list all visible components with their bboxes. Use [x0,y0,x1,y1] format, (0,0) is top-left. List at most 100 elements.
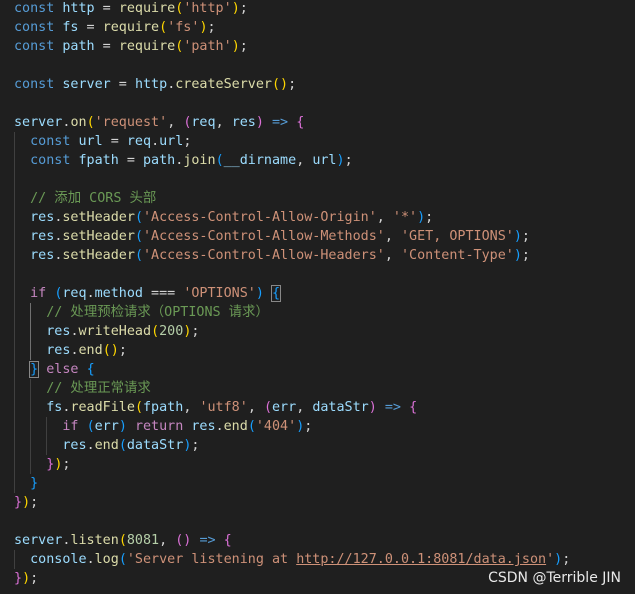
code-token: log [94,552,119,567]
code-token: 200 [159,324,184,339]
code-line: res.setHeader('Access-Control-Allow-Head… [14,246,530,265]
code-token: { [409,400,418,415]
code-token: return [134,419,184,434]
code-token: 'Content-Type' [400,248,514,263]
code-token: = [94,39,119,54]
code-line: }); [14,455,70,474]
code-token: . [86,286,95,301]
code-token: const [14,39,55,54]
code-token: ) [368,400,377,415]
code-token: const [14,20,55,35]
code-token: ( [134,229,143,244]
code-token: , [296,153,313,168]
code-token: { [86,362,95,377]
code-token: fpath [143,400,184,415]
code-line: server.listen(8081, () => { [14,531,232,550]
code-token: ; [344,153,353,168]
code-token: ( [134,248,143,263]
code-token: { [223,533,232,548]
code-token: , [376,210,393,225]
code-token: dataStr [126,438,184,453]
code-token: // 处理正常请求 [46,381,151,396]
code-token: res [191,419,216,434]
code-token: ( [118,438,127,453]
code-line: res.end(dataStr); [14,436,199,455]
code-token: === [143,286,184,301]
code-token: // 处理预检请求（OPTIONS 请求） [46,305,269,320]
code-token: http [62,1,95,16]
csdn-watermark: CSDN @Terrible JIN [488,570,621,586]
code-token: url [159,134,184,149]
code-token: const [14,77,55,92]
code-token: 'http' [183,1,232,16]
code-line: const http = require('http'); [14,0,248,18]
code-token: res [30,248,55,263]
code-token: writeHead [78,324,152,339]
code-token: . [70,324,79,339]
code-token: () [272,77,289,92]
code-token: ; [207,20,216,35]
code-token: '404' [255,419,297,434]
code-token: const [14,1,55,16]
indent-guide [30,303,31,360]
code-token: ( [86,115,95,130]
code-token: => [199,533,216,548]
code-token: ( [215,153,224,168]
code-token: ; [30,571,39,586]
code-token: . [151,134,160,149]
code-token: ( [118,533,127,548]
code-line: server.on('request', (req, res) => { [14,113,304,132]
code-token: fpath [78,153,119,168]
code-token: http [134,77,168,92]
code-token: ( [151,324,160,339]
code-token: res [46,343,71,358]
code-token: req [62,286,87,301]
code-token: ) [22,571,31,586]
code-token: server [14,115,63,130]
indent-guide [14,132,15,493]
code-token: url [312,153,337,168]
code-token: ; [288,77,297,92]
code-token: ( [86,419,95,434]
code-token: ; [425,210,434,225]
code-token: ; [118,343,127,358]
code-token: } [30,476,39,491]
code-token: ( [118,552,127,567]
code-token: end [223,419,248,434]
code-token: 'OPTIONS' [183,286,256,301]
code-token: ( [263,400,272,415]
code-token: if [62,419,79,434]
code-token: ' [546,552,555,567]
code-line: } [14,474,38,493]
code-token: ) [199,20,208,35]
code-line: // 处理正常请求 [14,379,151,398]
code-line: res.writeHead(200); [14,322,199,341]
code-token: , [215,115,232,130]
code-token: fs [62,20,79,35]
code-token: ) [231,1,240,16]
code-token: end [94,438,119,453]
code-token: path [143,153,176,168]
code-token: const [30,134,71,149]
code-token: . [86,552,95,567]
code-token: setHeader [62,229,135,244]
code-token: . [70,343,79,358]
code-token: ; [521,248,530,263]
code-token: 'request' [94,115,168,130]
code-token: ) [22,495,31,510]
code-token: ) [417,210,426,225]
indent-guide [30,379,31,474]
code-line: const fs = require('fs'); [14,18,216,37]
code-token: // 添加 CORS 头部 [30,191,157,206]
code-token: = [102,134,127,149]
code-token: res [46,324,71,339]
code-editor[interactable]: const http = require('http'); const fs = … [0,0,635,594]
